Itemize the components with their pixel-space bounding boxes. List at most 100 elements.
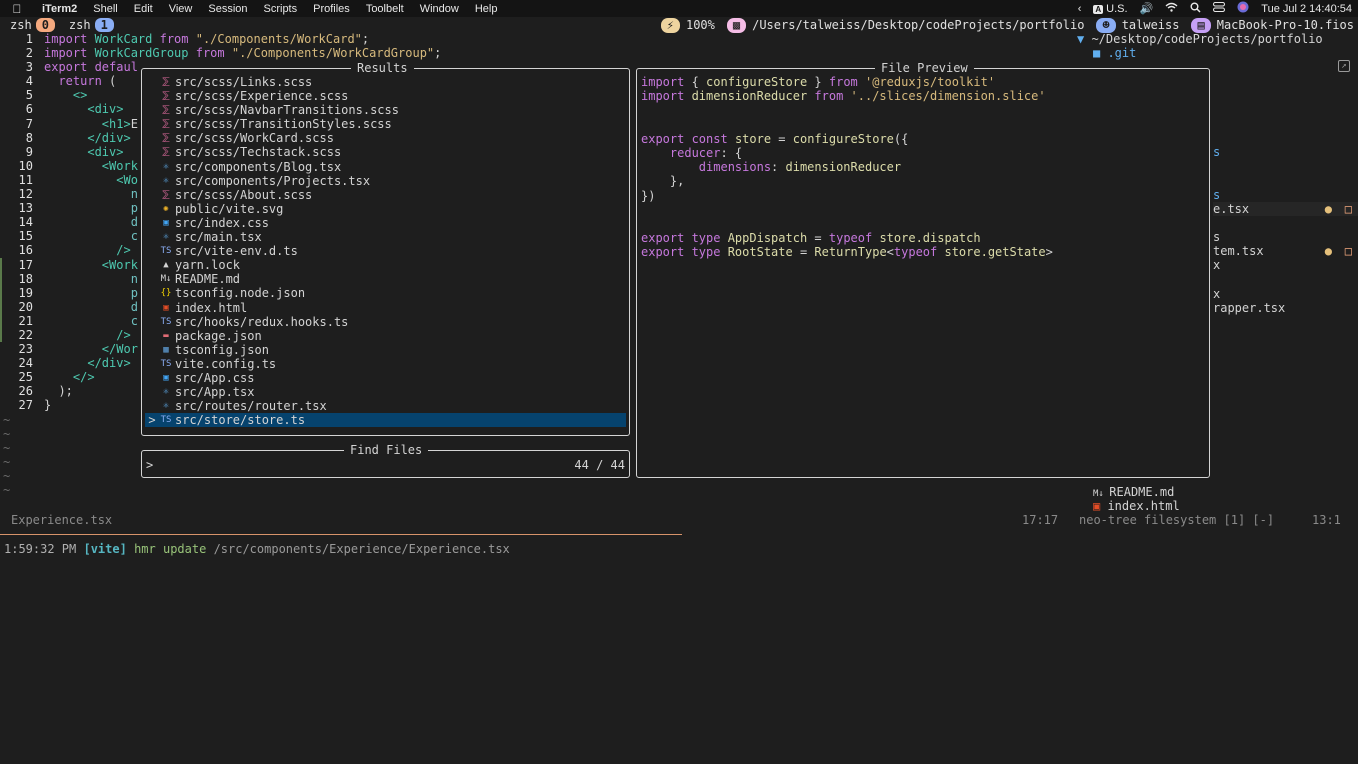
result-item-selected[interactable]: >TSsrc/store/store.ts [145, 413, 626, 427]
tree-fragment[interactable]: x [1213, 287, 1220, 301]
user-icon: ☻ [1096, 18, 1115, 33]
code-token: d [131, 215, 138, 229]
result-item[interactable]: ⅀src/scss/WorkCard.scss [145, 131, 626, 145]
result-item[interactable]: ⅀src/scss/About.scss [145, 188, 626, 202]
result-item[interactable]: ▲yarn.lock [145, 258, 626, 272]
menu-profiles[interactable]: Profiles [305, 3, 358, 15]
tree-fragment[interactable]: x [1213, 258, 1220, 272]
telescope-find-files-prompt[interactable]: Find Files > 44 / 44 [141, 450, 630, 478]
menu-view[interactable]: View [161, 3, 201, 15]
code-text: n [40, 187, 138, 201]
current-user: talweiss [1122, 18, 1180, 32]
menu-help[interactable]: Help [467, 3, 506, 15]
code-line[interactable]: 2import WorkCardGroup from "./Components… [0, 46, 1070, 60]
result-item[interactable]: TSsrc/vite-env.d.ts [145, 244, 626, 258]
line-number: 1 [2, 32, 40, 46]
code-token: E [131, 117, 138, 131]
result-item[interactable]: ⚛src/App.tsx [145, 385, 626, 399]
result-item[interactable]: ⚛src/routes/router.tsx [145, 399, 626, 413]
tree-item-git[interactable]: ■ .git [1093, 46, 1136, 60]
code-token: return [58, 74, 101, 88]
clock-datetime[interactable]: Tue Jul 2 14:40:54 [1261, 3, 1352, 15]
code-token: <Work [102, 159, 138, 173]
tree-fragment[interactable]: s [1213, 145, 1220, 159]
code-token: typeof [894, 245, 945, 259]
result-item[interactable]: ⅀src/scss/Experience.scss [145, 89, 626, 103]
code-text: c [40, 314, 138, 328]
tree-item-index[interactable]: ▣ index.html [1093, 499, 1180, 513]
code-token: p [131, 286, 138, 300]
result-item[interactable]: ✺public/vite.svg [145, 202, 626, 216]
menu-session[interactable]: Session [200, 3, 255, 15]
tree-root[interactable]: ▼ ~/Desktop/codeProjects/portfolio [1077, 32, 1323, 46]
volume-icon[interactable]: 🔊 [1140, 2, 1154, 15]
code-token: <Work [102, 258, 138, 272]
expand-icon[interactable]: ↗ [1338, 60, 1350, 72]
code-token: > [1046, 245, 1053, 259]
preview-line [641, 103, 1053, 117]
menu-scripts[interactable]: Scripts [256, 3, 306, 15]
result-item[interactable]: ▦tsconfig.json [145, 343, 626, 357]
result-item[interactable]: {}tsconfig.node.json [145, 286, 626, 300]
preview-line: import dimensionReducer from '../slices/… [641, 89, 1053, 103]
tree-fragment[interactable]: s [1213, 188, 1220, 202]
code-token: configureStore [793, 132, 894, 146]
code-token: export [641, 132, 692, 146]
wifi-icon[interactable] [1165, 2, 1178, 15]
code-line[interactable]: 1import WorkCard from "./Components/Work… [0, 32, 1070, 46]
tree-fragment[interactable]: tem.tsx●□ [1213, 244, 1358, 258]
code-token: '../slices/dimension.slice' [851, 89, 1046, 103]
chevron-left-icon[interactable]: ‹ [1078, 3, 1082, 15]
result-filename: src/components/Projects.tsx [175, 174, 370, 188]
preview-line: dimensions: dimensionReducer [641, 160, 1053, 174]
result-filename: src/components/Blog.tsx [175, 160, 341, 174]
tab-zsh-1-name[interactable]: zsh [55, 18, 95, 32]
search-icon[interactable] [1190, 2, 1201, 16]
result-item[interactable]: ▬package.json [145, 329, 626, 343]
result-item[interactable]: ▣index.html [145, 301, 626, 315]
result-item[interactable]: ⚛src/components/Blog.tsx [145, 160, 626, 174]
control-center-icon[interactable] [1213, 2, 1225, 15]
tree-fragment[interactable]: rapper.tsx [1213, 301, 1285, 315]
input-source-menu[interactable]: AU.S. [1093, 3, 1127, 15]
code-token: = [771, 132, 793, 146]
code-token: store.getState [944, 245, 1045, 259]
result-item[interactable]: ⅀src/scss/Techstack.scss [145, 145, 626, 159]
preview-line: export type AppDispatch = typeof store.d… [641, 231, 1053, 245]
line-number: 2 [2, 46, 40, 60]
result-filename: README.md [175, 272, 240, 286]
tab-zsh-0-badge[interactable]: 0 [36, 18, 55, 32]
line-number: 15 [2, 229, 40, 243]
react-icon: ⚛ [159, 230, 173, 244]
menu-app-name[interactable]: iTerm2 [34, 3, 85, 15]
result-filename: src/main.tsx [175, 230, 262, 244]
menu-shell[interactable]: Shell [85, 3, 125, 15]
result-item[interactable]: ⅀src/scss/TransitionStyles.scss [145, 117, 626, 131]
code-token: export [44, 60, 95, 74]
siri-icon[interactable] [1237, 1, 1249, 16]
tree-fragment[interactable]: e.tsx●□ [1213, 202, 1358, 216]
tree-item-readme[interactable]: M↓ README.md [1093, 485, 1174, 499]
menu-edit[interactable]: Edit [126, 3, 161, 15]
code-token [44, 74, 58, 88]
menu-window[interactable]: Window [412, 3, 467, 15]
result-item[interactable]: TSvite.config.ts [145, 357, 626, 371]
result-item[interactable]: ⚛src/components/Projects.tsx [145, 174, 626, 188]
tab-zsh-1-badge[interactable]: 1 [95, 18, 114, 32]
result-item[interactable]: TSsrc/hooks/redux.hooks.ts [145, 315, 626, 329]
result-item[interactable]: M↓README.md [145, 272, 626, 286]
pane-divider[interactable] [0, 534, 682, 535]
apple-menu-icon[interactable]:  [0, 2, 34, 16]
code-text: /> [40, 243, 131, 257]
result-filename: src/scss/TransitionStyles.scss [175, 117, 392, 131]
tab-zsh-0-name[interactable]: zsh [0, 18, 36, 32]
result-item[interactable]: ⅀src/scss/NavbarTransitions.scss [145, 103, 626, 117]
menu-toolbelt[interactable]: Toolbelt [358, 3, 412, 15]
result-item[interactable]: ▣src/App.css [145, 371, 626, 385]
tree-fragment[interactable]: s [1213, 230, 1220, 244]
result-item[interactable]: ⅀src/scss/Links.scss [145, 75, 626, 89]
line-number: 17 [2, 258, 40, 272]
result-item[interactable]: ▣src/index.css [145, 216, 626, 230]
result-item[interactable]: ⚛src/main.tsx [145, 230, 626, 244]
code-token: import [641, 89, 692, 103]
